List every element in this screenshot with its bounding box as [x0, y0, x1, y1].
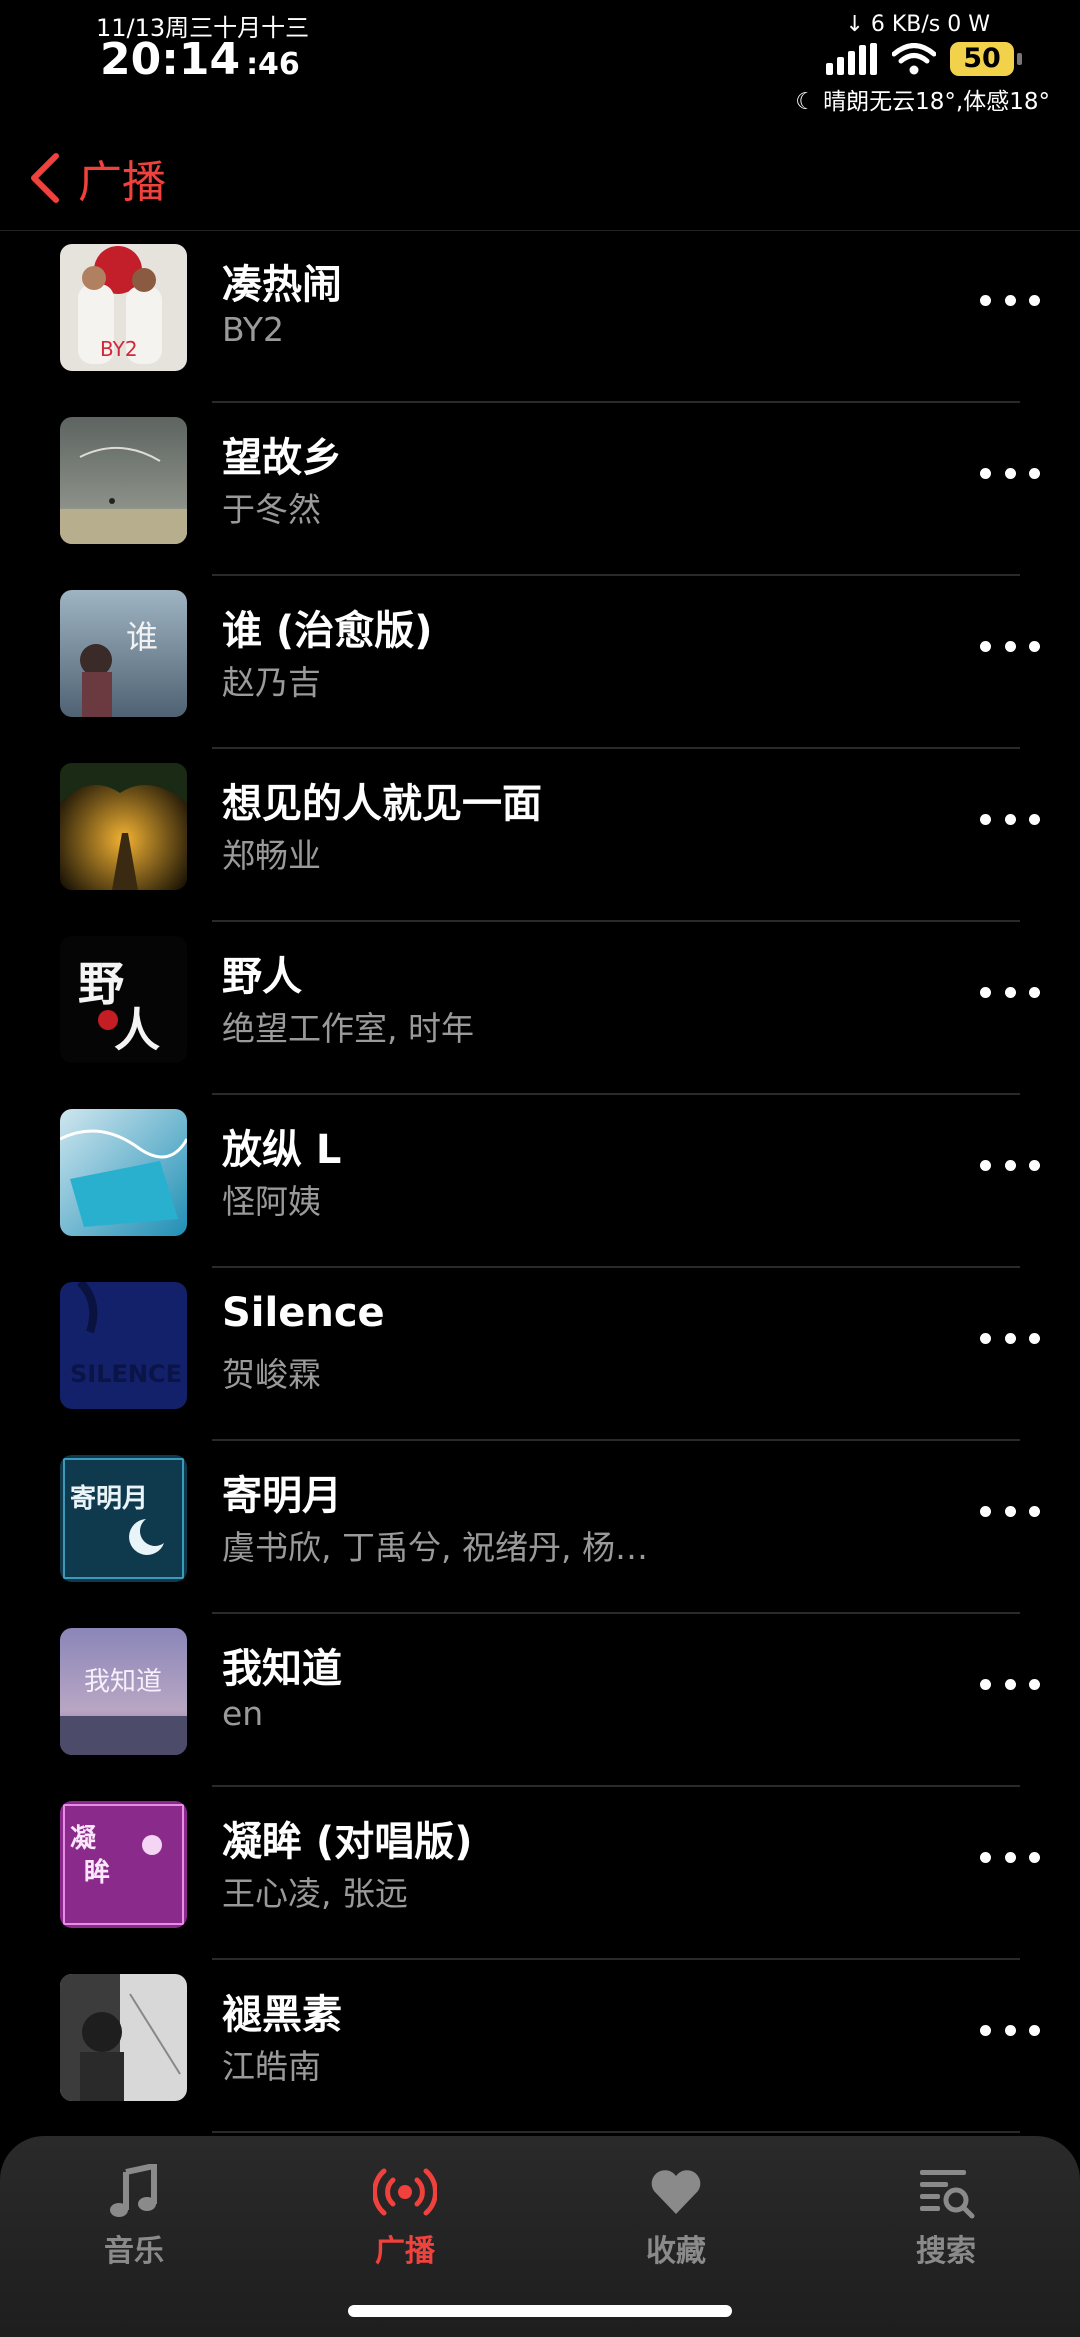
song-row[interactable]: 野 人 野人 绝望工作室, 时年 [0, 922, 1080, 1095]
svg-text:眸: 眸 [84, 1857, 110, 1888]
weather-info: ☾ 晴朗无云18°,体感18° [795, 82, 1050, 116]
song-artist: 绝望工作室, 时年 [222, 1009, 474, 1048]
svg-text:BY2: BY2 [100, 337, 138, 361]
back-button[interactable]: 广播 [28, 146, 166, 210]
song-row[interactable]: BY2 凑热闹 BY2 [0, 230, 1080, 403]
chevron-left-icon [31, 153, 59, 203]
back-label: 广播 [78, 157, 166, 208]
song-artist: 贺峻霖 [222, 1355, 321, 1394]
song-row[interactable]: 想见的人就见一面 郑畅业 [0, 749, 1080, 922]
battery-indicator: 50 [950, 42, 1022, 76]
more-options-icon[interactable] [980, 280, 1040, 320]
more-options-icon[interactable] [980, 1491, 1040, 1531]
album-art [60, 1974, 187, 2101]
svg-text:寄明月: 寄明月 [70, 1483, 148, 1514]
music-note-icon [110, 2164, 157, 2217]
album-art: 凝 眸 [60, 1801, 187, 1928]
tab-search[interactable]: 搜索 [876, 2164, 1016, 2270]
song-title: 想见的人就见一面 [222, 781, 542, 827]
song-title: Silence [222, 1290, 385, 1336]
song-title: 野人 [222, 954, 302, 1000]
album-art [60, 763, 187, 890]
album-art: BY2 [60, 244, 187, 371]
song-row[interactable]: 寄明月 寄明月 虞书欣, 丁禹兮, 祝绪丹, 杨… [0, 1441, 1080, 1614]
album-art: 谁 [60, 590, 187, 717]
song-row[interactable]: 谁 谁 (治愈版) 赵乃吉 [0, 576, 1080, 749]
signal-icon [826, 43, 877, 75]
song-title: 褪黑素 [222, 1992, 342, 2038]
svg-text:凝: 凝 [70, 1824, 97, 1854]
song-list: BY2 凑热闹 BY2 望故乡 于冬然 谁 谁 (治愈版) 赵乃吉 想见的人就见… [0, 230, 1080, 2133]
album-art [60, 417, 187, 544]
status-clock: 20:14 [100, 34, 241, 85]
status-icons: 50 [826, 42, 1022, 76]
more-options-icon[interactable] [980, 972, 1040, 1012]
song-artist: 赵乃吉 [222, 663, 321, 702]
song-title: 放纵 L [222, 1127, 342, 1173]
more-options-icon[interactable] [980, 1145, 1040, 1185]
song-title: 我知道 [222, 1646, 342, 1692]
song-artist: BY2 [222, 310, 284, 349]
status-seconds: :46 [246, 47, 300, 82]
song-row[interactable]: 望故乡 于冬然 [0, 403, 1080, 576]
song-artist: 于冬然 [222, 490, 321, 529]
album-art: 我知道 [60, 1628, 187, 1755]
heart-icon [651, 2170, 701, 2214]
tab-music[interactable]: 音乐 [64, 2164, 204, 2270]
song-artist: 怪阿姨 [222, 1182, 321, 1221]
more-options-icon[interactable] [980, 799, 1040, 839]
wifi-icon [892, 43, 936, 75]
song-title: 谁 (治愈版) [222, 608, 433, 654]
album-art: 寄明月 [60, 1455, 187, 1582]
svg-text:SILENCE: SILENCE [70, 1360, 182, 1388]
song-artist: 江皓南 [222, 2047, 321, 2086]
song-row[interactable]: 褪黑素 江皓南 [0, 1960, 1080, 2133]
weather-text: 晴朗无云18°,体感18° [823, 89, 1050, 115]
album-art [60, 1109, 187, 1236]
home-indicator[interactable] [348, 2305, 732, 2317]
song-title: 望故乡 [222, 435, 342, 481]
song-artist: en [222, 1694, 264, 1733]
tab-label: 广播 [375, 2234, 435, 2269]
song-row[interactable]: 凝 眸 凝眸 (对唱版) 王心凌, 张远 [0, 1787, 1080, 1960]
broadcast-icon [373, 2168, 437, 2216]
status-bar: 11/13周三十月十三 20:14:46 ↓ 6 KB/s 0 W 50 ☾ 晴… [0, 0, 1080, 120]
svg-text:人: 人 [114, 1003, 160, 1057]
svg-text:我知道: 我知道 [84, 1667, 162, 1697]
network-speed: ↓ 6 KB/s 0 W [845, 12, 990, 37]
song-artist: 虞书欣, 丁禹兮, 祝绪丹, 杨… [222, 1528, 648, 1567]
song-row[interactable]: 放纵 L 怪阿姨 [0, 1095, 1080, 1268]
more-options-icon[interactable] [980, 1837, 1040, 1877]
song-artist: 王心凌, 张远 [222, 1874, 408, 1913]
tab-label: 收藏 [646, 2234, 706, 2269]
album-art: SILENCE [60, 1282, 187, 1409]
more-options-icon[interactable] [980, 1664, 1040, 1704]
song-title: 凑热闹 [222, 262, 342, 308]
row-divider [212, 2131, 1020, 2133]
more-options-icon[interactable] [980, 1318, 1040, 1358]
song-title: 凝眸 (对唱版) [222, 1819, 473, 1865]
tab-label: 音乐 [104, 2234, 164, 2269]
moon-icon: ☾ [795, 89, 816, 115]
song-title: 寄明月 [222, 1473, 342, 1519]
more-options-icon[interactable] [980, 626, 1040, 666]
song-row[interactable]: 我知道 我知道 en [0, 1614, 1080, 1787]
tab-broadcast[interactable]: 广播 [335, 2164, 475, 2270]
search-list-icon [920, 2170, 975, 2219]
more-options-icon[interactable] [980, 453, 1040, 493]
album-art: 野 人 [60, 936, 187, 1063]
svg-text:谁: 谁 [126, 618, 158, 656]
song-artist: 郑畅业 [222, 836, 321, 875]
nav-bar: 广播 [0, 130, 1080, 230]
tab-label: 搜索 [916, 2234, 976, 2269]
more-options-icon[interactable] [980, 2010, 1040, 2050]
status-time: 20:14:46 [100, 34, 300, 85]
tab-favorites[interactable]: 收藏 [606, 2164, 746, 2270]
song-row[interactable]: SILENCE Silence 贺峻霖 [0, 1268, 1080, 1441]
